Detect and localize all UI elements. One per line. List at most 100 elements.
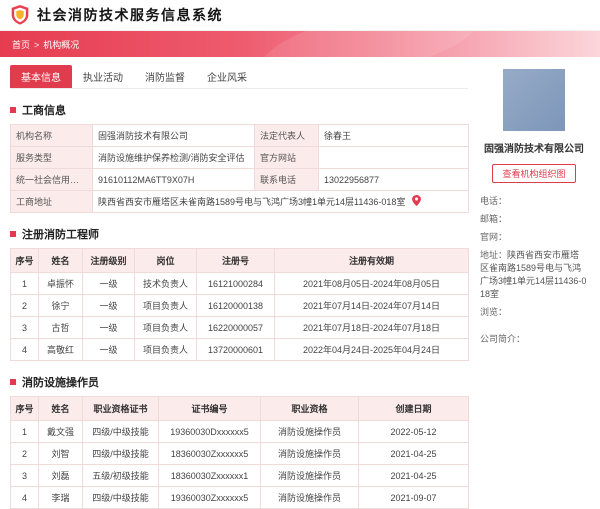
field-value: 13022956877 — [318, 168, 469, 191]
table-cell: 2022-05-12 — [358, 420, 469, 443]
breadcrumb: 首页 > 机构概况 — [12, 38, 79, 51]
table-cell: 消防设施操作员 — [260, 464, 359, 487]
engineers-table: 序号 姓名 注册级别 岗位 注册号 注册有效期 1 卓振怀 一级 技术负责人 16121… — [10, 248, 469, 361]
table-row: 1 戴文强 四级/中级技能 19360030Dxxxxxx5 消防设施操作员 2022-0… — [10, 420, 469, 443]
table-cell: 消防设施操作员 — [260, 442, 359, 465]
company-address: 陕西省西安市雁塔区未雀南路1589号电与飞鸿广场3幢1单元14层11436-01… — [98, 197, 406, 207]
table-cell: 四级/中级技能 — [82, 420, 159, 443]
table-cell: 2021-09-07 — [358, 486, 469, 509]
column-header: 姓名 — [38, 248, 83, 273]
field-value: 固强消防技术有限公司 — [92, 124, 255, 147]
table-cell: 3 — [10, 316, 39, 339]
column-header: 创建日期 — [358, 396, 469, 421]
table-cell: 一级 — [82, 272, 135, 295]
field-label: 官方网站 — [254, 146, 319, 169]
table-cell: 刘磊 — [38, 464, 83, 487]
table-cell: 四级/中级技能 — [82, 486, 159, 509]
operators-section-header: 消防设施操作员 — [10, 374, 468, 390]
table-header-row: 序号 姓名 职业资格证书 证书编号 职业资格 创建日期 — [10, 396, 469, 421]
column-header: 职业资格 — [260, 396, 359, 421]
table-row: 3 刘磊 五级/初级技能 18360030Zxxxxxx1 消防设施操作员 2021-04… — [10, 464, 469, 487]
table-cell: 2021-04-25 — [358, 442, 469, 465]
field-label: 联系电话 — [254, 168, 319, 191]
field-label: 机构名称 — [10, 124, 93, 147]
column-header: 序号 — [10, 248, 39, 273]
table-cell: 四级/中级技能 — [82, 442, 159, 465]
tab-fire-supervision[interactable]: 消防监督 — [134, 65, 196, 88]
section-title: 消防设施操作员 — [22, 377, 99, 389]
column-header: 证书编号 — [158, 396, 261, 421]
table-cell: 16121000284 — [196, 272, 275, 295]
tab-company-showcase[interactable]: 企业风采 — [196, 65, 258, 88]
business-info-section-header: 工商信息 — [10, 102, 468, 118]
column-header: 岗位 — [134, 248, 197, 273]
table-header-row: 序号 姓名 注册级别 岗位 注册号 注册有效期 — [10, 248, 469, 273]
table-cell: 2021-04-25 — [358, 464, 469, 487]
table-cell: 消防设施操作员 — [260, 420, 359, 443]
tab-practice-activities[interactable]: 执业活动 — [72, 65, 134, 88]
table-cell: 1 — [10, 420, 39, 443]
table-cell: 技术负责人 — [134, 272, 197, 295]
table-row: 2 刘智 四级/中级技能 18360030Zxxxxxx5 消防设施操作员 2021-04… — [10, 442, 469, 465]
table-row: 4 高敬红 一级 项目负责人 13720000601 2022年04月24日-2025年0… — [10, 338, 469, 361]
table-cell: 16220000057 — [196, 316, 275, 339]
field-value: 91610112MA6TT9X07H — [92, 168, 255, 191]
table-cell: 19360030Zxxxxxx5 — [158, 486, 261, 509]
table-cell: 古哲 — [38, 316, 83, 339]
company-contact-fields: 电话： 邮箱： 官网： 地址：陕西省西安市雁塔区雀南路1589号电与飞鸿广场3幢… — [480, 195, 588, 346]
table-cell: 4 — [10, 338, 39, 361]
table-row: 统一社会信用代码 91610112MA6TT9X07H 联系电话 1302295… — [10, 168, 469, 191]
field-label: 工商地址 — [10, 190, 93, 213]
table-row: 机构名称 固强消防技术有限公司 法定代表人 徐春王 — [10, 124, 469, 147]
view-org-chart-button[interactable]: 查看机构组织图 — [492, 164, 576, 183]
section-bullet-icon — [10, 379, 16, 385]
location-pin-icon[interactable] — [412, 195, 421, 206]
field-label: 统一社会信用代码 — [10, 168, 93, 191]
business-info-table: 机构名称 固强消防技术有限公司 法定代表人 徐春王 服务类型 消防设施维护保养检… — [10, 124, 469, 213]
table-row: 3 古哲 一级 项目负责人 16220000057 2021年07月18日-2024年07… — [10, 316, 469, 339]
column-header: 职业资格证书 — [82, 396, 159, 421]
address-field: 地址：陕西省西安市雁塔区雀南路1589号电与飞鸿广场3幢1单元14层11436-… — [480, 250, 587, 299]
company-logo — [503, 69, 565, 131]
column-header: 注册有效期 — [274, 248, 469, 273]
table-cell: 项目负责人 — [134, 294, 197, 317]
column-header: 姓名 — [38, 396, 83, 421]
field-label: 服务类型 — [10, 146, 93, 169]
field-value — [318, 146, 469, 169]
app-title: 社会消防技术服务信息系统 — [37, 7, 223, 23]
company-intro-field: 公司简介： — [480, 334, 526, 344]
tab-bar: 基本信息 执业活动 消防监督 企业风采 — [10, 65, 468, 89]
table-cell: 一级 — [82, 338, 135, 361]
table-row: 服务类型 消防设施维护保养检测/消防安全评估 官方网站 — [10, 146, 469, 169]
table-cell: 五级/初级技能 — [82, 464, 159, 487]
table-cell: 徐宁 — [38, 294, 83, 317]
engineers-section-header: 注册消防工程师 — [10, 226, 468, 242]
operators-table: 序号 姓名 职业资格证书 证书编号 职业资格 创建日期 1 戴文强 四级/中级技能 1… — [10, 396, 469, 509]
table-cell: 1 — [10, 272, 39, 295]
table-cell: 李瑞 — [38, 486, 83, 509]
table-row: 1 卓振怀 一级 技术负责人 16121000284 2021年08月05日-2024年0… — [10, 272, 469, 295]
tab-basic-info[interactable]: 基本信息 — [10, 65, 72, 88]
main-column: 基本信息 执业活动 消防监督 企业风采 工商信息 机构名称 固强消防技术有限公司… — [10, 63, 469, 509]
breadcrumb-home-link[interactable]: 首页 — [12, 40, 30, 50]
company-name: 固强消防技术有限公司 — [484, 144, 584, 155]
breadcrumb-current: 机构概况 — [43, 39, 80, 50]
field-value: 徐春王 — [318, 124, 469, 147]
views-field: 浏览： — [480, 307, 508, 317]
column-header: 注册级别 — [82, 248, 135, 273]
table-cell: 13720000601 — [196, 338, 275, 361]
app-logo-shield-icon — [10, 4, 30, 26]
column-header: 序号 — [10, 396, 39, 421]
table-cell: 2021年07月14日-2024年07月14日 — [274, 294, 469, 317]
phone-field: 电话： — [480, 196, 508, 206]
table-cell: 16120000138 — [196, 294, 275, 317]
breadcrumb-separator: > — [34, 39, 40, 50]
table-cell: 一级 — [82, 316, 135, 339]
table-cell: 2021年08月05日-2024年08月05日 — [274, 272, 469, 295]
table-cell: 18360030Zxxxxxx5 — [158, 442, 261, 465]
section-title: 工商信息 — [22, 105, 66, 117]
company-address-cell: 陕西省西安市雁塔区未雀南路1589号电与飞鸿广场3幢1单元14层11436-01… — [92, 190, 469, 213]
table-row: 2 徐宁 一级 项目负责人 16120000138 2021年07月14日-2024年07… — [10, 294, 469, 317]
table-cell: 19360030Dxxxxxx5 — [158, 420, 261, 443]
section-title: 注册消防工程师 — [22, 229, 99, 241]
